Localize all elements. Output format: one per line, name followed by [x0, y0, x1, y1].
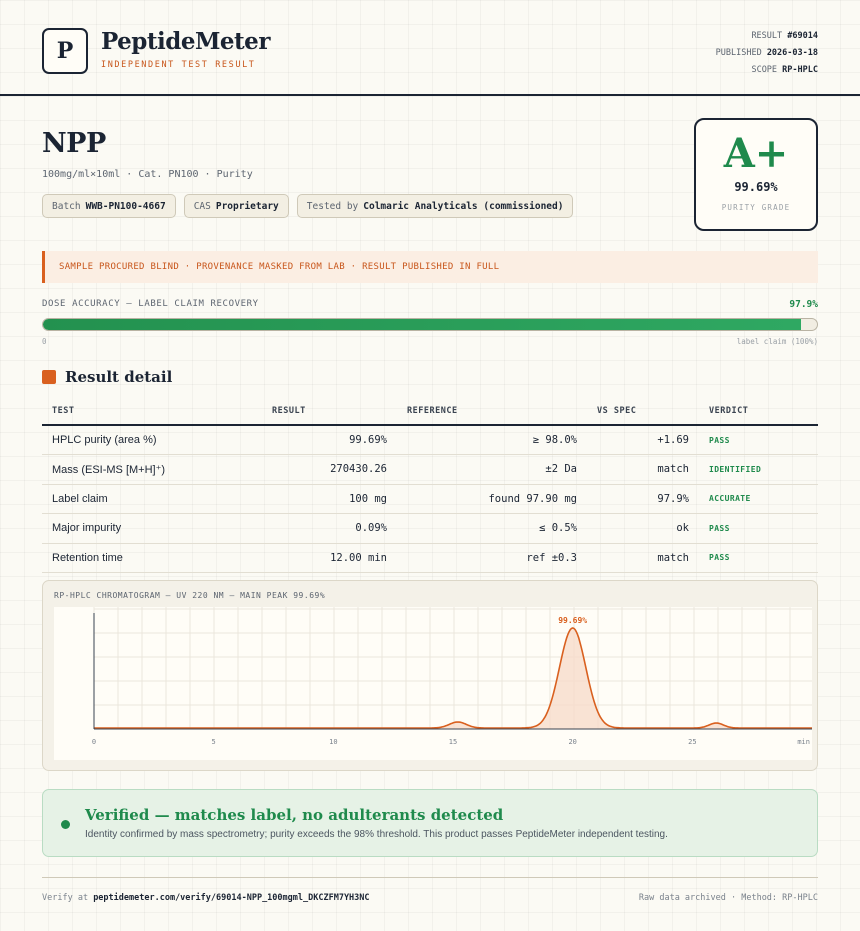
- header-rule: [0, 94, 860, 96]
- grade-letter: A+: [723, 130, 789, 177]
- x-tick-label: 15: [449, 738, 457, 746]
- table-row: Retention time 12.00 min ref ±0.3 match …: [42, 543, 818, 573]
- report-header: P PeptideMeter INDEPENDENT TEST RESULT R…: [42, 28, 818, 78]
- table-header-row: TEST RESULT REFERENCE VS SPEC VERDICT: [42, 397, 818, 426]
- cas-chip: CAS Proprietary: [183, 194, 289, 218]
- scope-value: RP-HPLC: [782, 65, 818, 75]
- verified-text: Identity confirmed by mass spectrometry;…: [85, 829, 668, 840]
- verdict-badge: PASS: [699, 513, 818, 544]
- product-subtitle: 100mg/ml×10ml · Cat. PN100 · Purity: [42, 169, 253, 180]
- brand-name: PeptideMeter: [101, 28, 270, 55]
- product-title: NPP: [42, 128, 106, 159]
- verify-line: Verify at peptidemeter.com/verify/69014-…: [42, 893, 370, 903]
- brand-subtitle: INDEPENDENT TEST RESULT: [101, 60, 256, 70]
- published-date: 2026-03-18: [766, 48, 818, 58]
- footer-rule: [42, 877, 818, 878]
- x-tick-label: 20: [568, 738, 576, 746]
- chromatogram-line: [94, 627, 812, 729]
- verified-dot-icon: [61, 820, 70, 829]
- section-title: Result detail: [65, 368, 173, 386]
- footer-method: Raw data archived · Method: RP-HPLC: [638, 893, 818, 903]
- table-row: Label claim 100 mg found 97.90 mg 97.9% …: [42, 484, 818, 514]
- report-meta: RESULT #69014 PUBLISHED 2026-03-18 SCOPE…: [715, 31, 818, 75]
- x-tick-label: 25: [688, 738, 696, 746]
- tested-by-chip: Tested by Colmaric Analyticals (commissio…: [296, 194, 574, 218]
- bar-min-label: 0: [42, 337, 47, 346]
- table-row: Major impurity 0.09% ≤ 0.5% ok PASS: [42, 513, 818, 544]
- chromatogram-plot-area: 0 5 10 15 20 25 min 99.69%: [54, 607, 812, 760]
- batch-chip: Batch WWB-PN100-4667: [42, 194, 176, 218]
- section-marker: [42, 370, 56, 384]
- col-reference: REFERENCE: [397, 397, 587, 426]
- chromatogram-title: RP-HPLC CHROMATOGRAM — UV 220 NM — MAIN …: [54, 591, 326, 600]
- results-table: TEST RESULT REFERENCE VS SPEC VERDICT HP…: [42, 397, 818, 573]
- verdict-badge: IDENTIFIED: [699, 454, 818, 485]
- result-id: #69014: [787, 31, 818, 41]
- x-tick-label: 10: [329, 738, 337, 746]
- verdict-badge: PASS: [699, 543, 818, 573]
- dose-accuracy-bar: [42, 318, 818, 331]
- grade-value: 99.69%: [734, 180, 778, 194]
- col-test: TEST: [42, 397, 262, 426]
- brand-logo: P: [42, 28, 88, 74]
- verdict-badge: PASS: [699, 425, 818, 455]
- main-peak-label: 99.69%: [558, 616, 587, 625]
- x-tick-label: 5: [212, 738, 216, 746]
- col-vs-spec: VS SPEC: [587, 397, 699, 426]
- verified-banner: Verified — matches label, no adulterants…: [42, 789, 818, 857]
- purity-grade-card: A+ 99.69% PURITY GRADE: [694, 118, 818, 231]
- verdict-badge: ACCURATE: [699, 484, 818, 514]
- table-row: Mass (ESI-MS [M+H]⁺) 270430.26 ±2 Da mat…: [42, 454, 818, 485]
- x-tick-label: 0: [92, 738, 96, 746]
- x-axis-unit-label: min: [797, 738, 810, 746]
- col-verdict: VERDICT: [699, 397, 818, 426]
- product-chips: Batch WWB-PN100-4667 CAS Proprietary Teste…: [42, 194, 574, 218]
- dose-accuracy-label: DOSE ACCURACY — LABEL CLAIM RECOVERY: [42, 299, 259, 309]
- dose-accuracy-value: 97.9%: [789, 299, 818, 310]
- col-result: RESULT: [262, 397, 397, 426]
- blind-procurement-notice: SAMPLE PROCURED BLIND · PROVENANCE MASKE…: [42, 251, 818, 283]
- chromatogram-card: RP-HPLC CHROMATOGRAM — UV 220 NM — MAIN …: [42, 580, 818, 771]
- bar-max-label: label claim (100%): [736, 337, 818, 346]
- table-row: HPLC purity (area %) 99.69% ≥ 98.0% +1.6…: [42, 425, 818, 455]
- chromatogram-area: [94, 628, 812, 729]
- verified-title: Verified — matches label, no adulterants…: [85, 806, 504, 824]
- grade-label: PURITY GRADE: [721, 203, 791, 212]
- verify-link[interactable]: peptidemeter.com/verify/69014-NPP_100mgm…: [93, 893, 369, 903]
- chromatogram-svg: 0 5 10 15 20 25 min 99.69%: [92, 607, 812, 746]
- dose-accuracy-fill: [43, 319, 801, 330]
